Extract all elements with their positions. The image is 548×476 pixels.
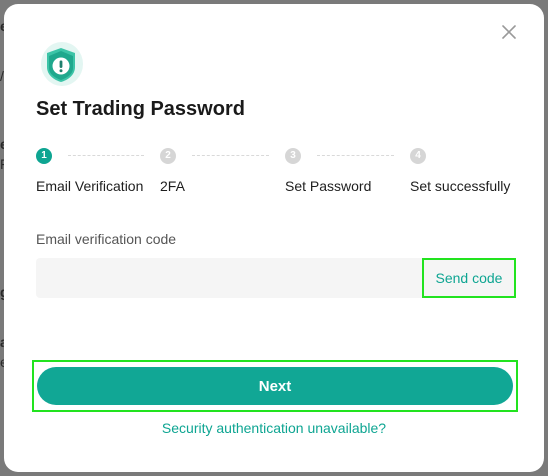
email-code-input[interactable] (36, 258, 420, 298)
close-icon[interactable] (498, 21, 520, 43)
step-4-label: Set successfully (410, 178, 511, 194)
email-code-field: Send code (36, 258, 516, 298)
email-code-label: Email verification code (36, 231, 177, 247)
next-button[interactable]: Next (37, 367, 513, 405)
step-1-label: Email Verification (36, 178, 144, 194)
security-unavailable-link[interactable]: Security authentication unavailable? (4, 420, 544, 436)
dialog-title: Set Trading Password (36, 98, 245, 120)
shield-exclamation-icon (41, 42, 83, 86)
step-connector (68, 155, 144, 156)
step-3-label: Set Password (285, 178, 372, 194)
step-2-indicator: 2 (160, 148, 176, 164)
send-code-button[interactable]: Send code (422, 258, 516, 298)
step-3-indicator: 3 (285, 148, 301, 164)
step-connector (317, 155, 394, 156)
step-connector (192, 155, 269, 156)
step-4-indicator: 4 (410, 148, 426, 164)
step-2-label: 2FA (160, 178, 185, 194)
set-trading-password-dialog: Set Trading Password 1 2 3 4 Email Verif… (4, 4, 544, 472)
step-1-indicator: 1 (36, 148, 52, 164)
